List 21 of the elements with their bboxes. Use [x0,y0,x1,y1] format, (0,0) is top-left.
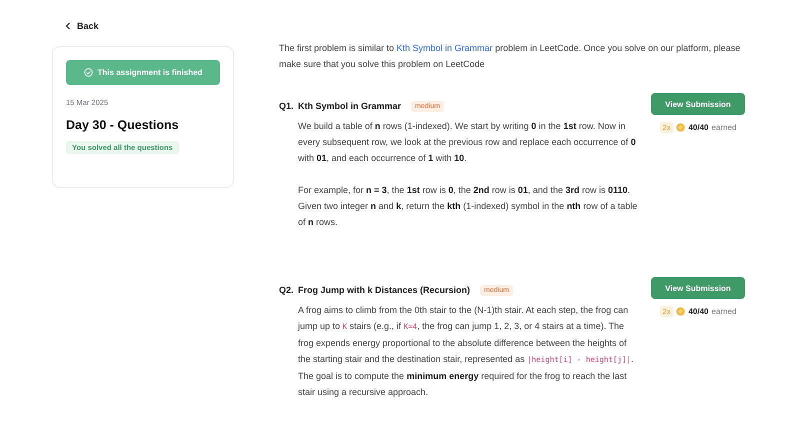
question-description: For example, for n = 3, the 1st row is 0, the 2nd row is 01, and the 3rd row is 0110. Given two integer n and k, return the kth (1-indexed) symbol in the nth row of a table of n rows. [298,184,638,229]
check-circle-icon [84,68,93,77]
status-text: This assignment is finished [98,68,202,77]
score-text: 40/40 [688,123,709,132]
earned-label: earned [712,307,736,316]
problem-link[interactable]: Kth Symbol in Grammar [396,43,493,53]
back-link[interactable]: Back [65,21,99,31]
question-number: Q1. [279,101,295,111]
question-description: We build a table of n rows (1-indexed). We start by writing 0 in the 1st row. Now in every subsequent row, we look at the previous row and replace each occurrence of 0 with 01, and each occurrence of 1 with 10. [298,120,637,165]
view-submission-button[interactable]: View Submission [651,277,745,299]
question-number: Q2. [279,285,295,295]
chevron-left-icon [65,22,71,30]
intro-paragraph: The first problem is similar to Kth Symbol in Grammar problem in LeetCode. Once you solve on our platform, please make sure that you solve this problem on LeetCode [279,42,742,71]
question-title: Kth Symbol in Grammar [298,101,402,111]
coin-icon [676,307,686,316]
coin-icon [676,123,686,132]
earned-label: earned [712,123,736,132]
score-text: 40/40 [688,307,709,316]
assignment-title: Day 30 - Questions [66,118,180,132]
question-title: Frog Jump with k Distances (Recursion) [298,285,470,295]
view-submission-button[interactable]: View Submission [651,93,745,115]
